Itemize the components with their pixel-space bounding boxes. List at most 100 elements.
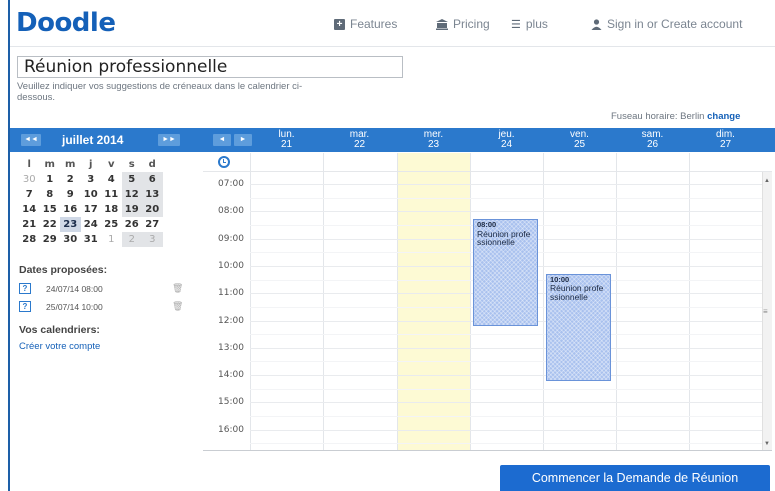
mini-day[interactable]: 29 <box>40 232 61 247</box>
mini-day[interactable]: 9 <box>60 187 81 202</box>
time-label: 09:00 <box>218 233 244 244</box>
mini-week-row: 7 8 9 10 11 12 13 <box>19 187 163 202</box>
proposed-date-item[interactable]: ? 24/07/14 08:00 <box>19 283 103 294</box>
scroll-down-arrow-icon[interactable]: ▼ <box>764 441 770 447</box>
mini-day[interactable]: 14 <box>19 202 40 217</box>
proposed-event[interactable]: 10:00 Réunion professionnelle <box>546 273 611 382</box>
mini-weekday: v <box>107 159 115 170</box>
day-header-mon: lun. 21 <box>278 129 295 150</box>
scroll-grip-icon[interactable]: ≡ <box>763 307 768 316</box>
day-header-sun: dim. 27 <box>716 129 735 150</box>
hour-line <box>250 375 762 377</box>
mini-day[interactable]: 19 <box>121 202 142 217</box>
start-request-button[interactable]: Commencer la Demande de Réunion <box>500 465 770 491</box>
mini-day[interactable]: 30 <box>19 172 40 187</box>
mini-day-today[interactable]: 23 <box>60 217 81 232</box>
mini-day[interactable]: 22 <box>40 217 61 232</box>
week-prev-button[interactable]: ◄ <box>213 134 231 146</box>
time-label: 12:00 <box>218 315 244 326</box>
trash-icon[interactable]: 🗑 <box>172 301 183 312</box>
mini-day[interactable]: 20 <box>142 202 163 217</box>
mini-day[interactable]: 18 <box>101 202 122 217</box>
mini-day[interactable]: 10 <box>81 187 102 202</box>
mini-day[interactable]: 5 <box>121 172 142 187</box>
event-title: Réunion professionnelle <box>550 283 604 302</box>
proposed-date-text: 25/07/14 10:00 <box>46 301 103 312</box>
plus-square-icon: + <box>334 18 345 30</box>
mini-week-row: 28 29 30 31 1 2 3 <box>19 232 163 247</box>
mini-day[interactable]: 27 <box>142 217 163 232</box>
mini-day[interactable]: 8 <box>40 187 61 202</box>
nav-plus-label: plus <box>525 17 548 31</box>
mini-day[interactable]: 17 <box>81 202 102 217</box>
proposed-date-item[interactable]: ? 25/07/14 10:00 <box>19 301 103 312</box>
mini-day[interactable]: 26 <box>122 217 143 232</box>
mini-day[interactable]: 3 <box>142 232 163 247</box>
hour-line <box>250 347 762 349</box>
hour-line <box>250 184 762 185</box>
mini-day[interactable]: 6 <box>142 172 163 187</box>
nav-plus[interactable]: ☰ plus <box>511 17 548 31</box>
mini-month-label: juillet 2014 <box>62 133 124 147</box>
mini-day[interactable]: 30 <box>60 232 81 247</box>
mini-day[interactable]: 25 <box>101 217 122 232</box>
timezone-change-link[interactable]: change <box>707 111 740 122</box>
nav-pricing-label: Pricing <box>453 17 490 31</box>
hour-line <box>250 402 762 404</box>
poll-title-input[interactable]: Réunion professionnelle <box>17 56 403 78</box>
proposed-event[interactable]: 08:00 Réunion professionnelle <box>473 219 538 327</box>
mini-week-row: 14 15 16 17 18 19 20 <box>19 202 163 217</box>
hour-line <box>250 211 762 213</box>
nav-signin[interactable]: Sign in or Create account <box>591 17 742 31</box>
mini-weekday: m <box>44 159 55 170</box>
mini-day[interactable]: 3 <box>81 172 102 187</box>
nav-features-label: Features <box>350 17 398 31</box>
mini-day[interactable]: 2 <box>60 172 81 187</box>
mini-weekday: j <box>89 159 93 170</box>
mini-weekday-row: l m m j v s d <box>19 157 163 172</box>
scroll-up-arrow-icon[interactable]: ▲ <box>764 178 770 184</box>
time-label: 07:00 <box>218 179 244 189</box>
mini-day[interactable]: 4 <box>101 172 122 187</box>
all-day-row <box>203 153 772 172</box>
half-hour-line <box>250 416 762 418</box>
mini-day[interactable]: 2 <box>121 232 142 247</box>
trash-icon[interactable]: 🗑 <box>172 283 183 294</box>
mini-day[interactable]: 11 <box>101 187 122 202</box>
nav-pricing[interactable]: Pricing <box>436 17 490 31</box>
bank-icon <box>436 18 448 30</box>
day-header-wed: mer. 23 <box>423 129 444 150</box>
mini-day[interactable]: 1 <box>101 232 122 247</box>
mini-day[interactable]: 1 <box>40 172 61 187</box>
mini-day[interactable]: 16 <box>60 202 81 217</box>
grid-bottom-border <box>203 450 772 451</box>
mini-day[interactable]: 31 <box>81 232 102 247</box>
day-header-sat: sam. 26 <box>641 129 664 150</box>
mini-weekday: d <box>148 159 156 170</box>
calendars-heading: Vos calendriers: <box>19 324 100 336</box>
user-icon <box>591 18 602 30</box>
mini-calendar: l m m j v s d 30 1 2 3 4 5 6 7 8 9 10 11… <box>19 157 163 247</box>
mini-day[interactable]: 24 <box>81 217 102 232</box>
nav-features[interactable]: + Features <box>334 17 397 31</box>
mini-day[interactable]: 21 <box>19 217 40 232</box>
time-label: 13:00 <box>218 342 244 353</box>
create-account-link[interactable]: Créer votre compte <box>19 341 100 352</box>
mini-day[interactable]: 12 <box>121 187 142 202</box>
question-badge: ? <box>19 283 31 294</box>
half-hour-line <box>250 443 762 445</box>
mini-weekday: s <box>128 159 135 170</box>
mini-day[interactable]: 15 <box>40 202 61 217</box>
mini-weekday: l <box>27 159 31 170</box>
doodle-logo[interactable]: Doodle <box>16 8 116 38</box>
time-label: 08:00 <box>218 206 244 217</box>
menu-icon: ☰ <box>511 18 521 31</box>
mini-day[interactable]: 28 <box>19 232 40 247</box>
mini-prev-month-button[interactable]: ◄◄ <box>21 134 41 146</box>
mini-next-month-button[interactable]: ►► <box>158 134 180 146</box>
half-hour-line <box>250 197 762 199</box>
mini-day[interactable]: 7 <box>19 187 40 202</box>
mini-day[interactable]: 13 <box>142 187 163 202</box>
time-label: 14:00 <box>218 370 244 381</box>
day-header-tue: mar. 22 <box>349 129 370 150</box>
